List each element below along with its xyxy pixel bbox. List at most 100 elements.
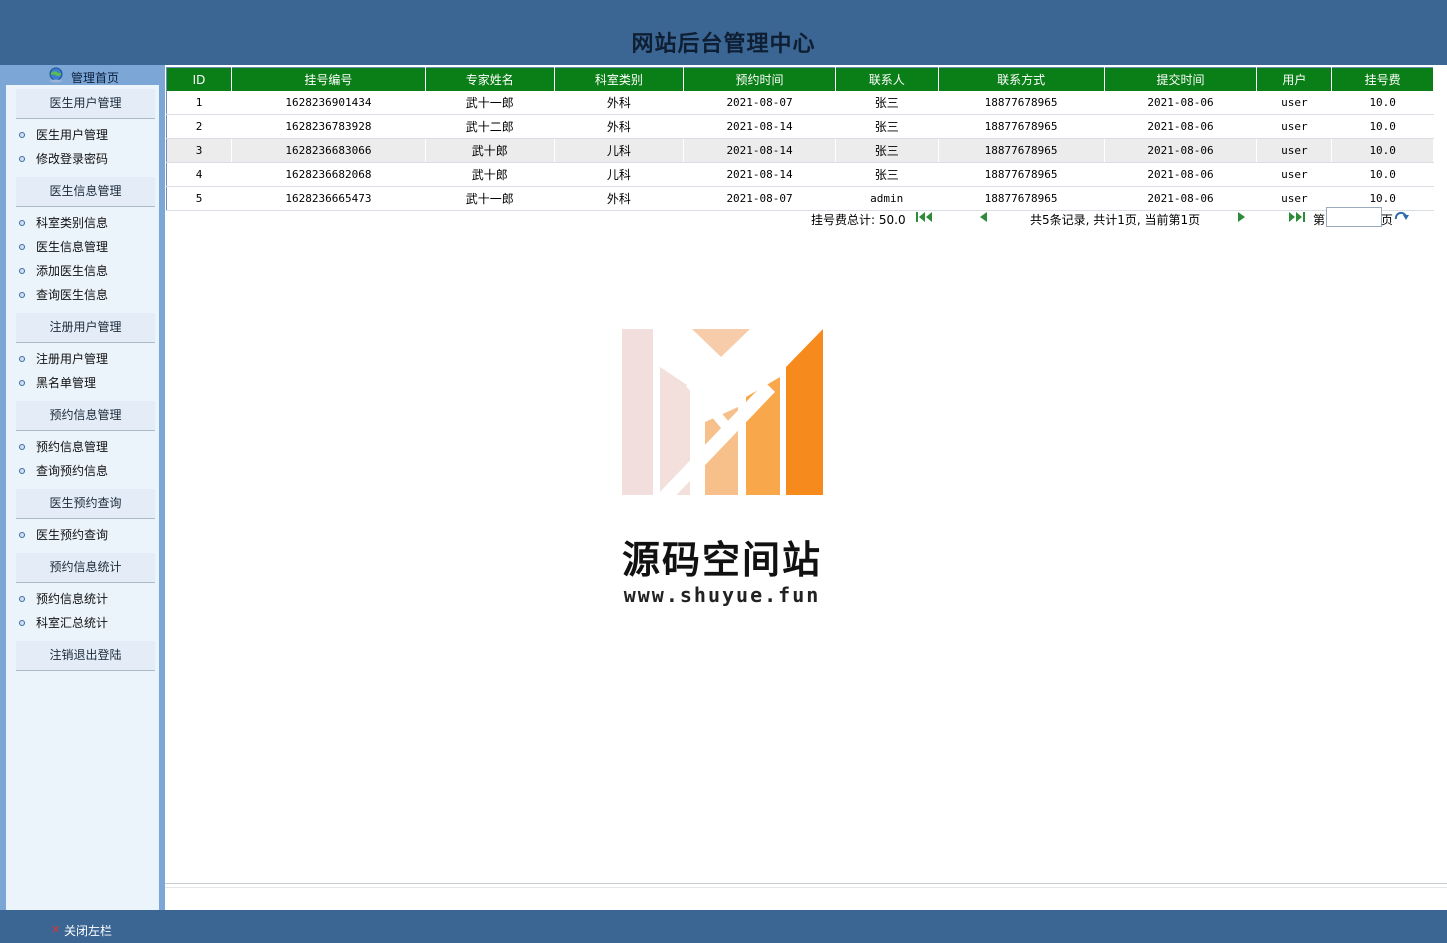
cell-department: 外科: [554, 91, 685, 115]
cell-contact: 张三: [835, 138, 939, 163]
page-number-input[interactable]: [1326, 207, 1382, 227]
sidebar-item-appointment-stats[interactable]: 预约信息统计: [6, 587, 159, 611]
cell-id: 1: [166, 91, 232, 115]
cell-user: user: [1256, 91, 1333, 115]
cell-department: 儿科: [554, 138, 685, 163]
table-header-row: ID 挂号编号 专家姓名 科室类别 预约时间 联系人 联系方式 提交时间 用户 …: [166, 67, 1434, 91]
sidebar-item-label: 医生预约查询: [36, 528, 109, 542]
sidebar-item-label: 预约信息管理: [36, 440, 109, 454]
column-header: 用户: [1256, 67, 1333, 91]
sidebar-item-label: 修改登录密码: [36, 152, 109, 166]
cell-appointment-time: 2021-08-14: [683, 138, 836, 163]
sidebar-group-doctor-info[interactable]: 医生信息管理: [16, 177, 155, 207]
bullet-icon: [19, 468, 25, 474]
sidebar-item-department-category[interactable]: 科室类别信息: [6, 211, 159, 235]
cell-submit-time: 2021-08-06: [1104, 138, 1258, 163]
table-row[interactable]: 4 1628236682068 武十郎 儿科 2021-08-14 张三 188…: [166, 162, 1434, 187]
sidebar-item-query-doctor[interactable]: 查询医生信息: [6, 283, 159, 307]
cell-phone: 18877678965: [938, 162, 1105, 187]
column-header: 挂号编号: [231, 67, 426, 91]
prev-page-icon[interactable]: [975, 210, 995, 224]
sidebar-item-add-doctor[interactable]: 添加医生信息: [6, 259, 159, 283]
cell-department: 外科: [554, 114, 685, 139]
cell-expert: 武十郎: [425, 138, 555, 163]
sidebar-item-label: 预约信息统计: [36, 592, 109, 606]
sidebar-group-doctor-user[interactable]: 医生用户管理: [16, 89, 155, 119]
sidebar-item-query-appointment[interactable]: 查询预约信息: [6, 459, 159, 483]
sidebar-item-change-password[interactable]: 修改登录密码: [6, 147, 159, 171]
sidebar-item-label: 注册用户管理: [36, 352, 109, 366]
column-header: ID: [166, 67, 232, 91]
sidebar-item-doctor-info-manage[interactable]: 医生信息管理: [6, 235, 159, 259]
sidebar-item-doctor-appointment-query[interactable]: 医生预约查询: [6, 523, 159, 547]
cell-phone: 18877678965: [938, 91, 1105, 115]
cell-submit-time: 2021-08-06: [1104, 162, 1258, 187]
sidebar-item-label: 黑名单管理: [36, 376, 97, 390]
sidebar-item-label: 查询医生信息: [36, 288, 109, 302]
bullet-icon: [19, 220, 25, 226]
sidebar-group-appointment-info[interactable]: 预约信息管理: [16, 401, 155, 431]
sidebar-item-doctor-user-manage[interactable]: 医生用户管理: [6, 123, 159, 147]
cell-fee: 10.0: [1331, 162, 1434, 187]
bullet-icon: [19, 292, 25, 298]
sidebar-menu: 医生用户管理 医生用户管理 修改登录密码 医生信息管理 科室类别信息 医生信息管…: [6, 85, 159, 910]
sidebar-group-doctor-appointment[interactable]: 医生预约查询: [16, 489, 155, 519]
bullet-icon: [19, 620, 25, 626]
table-row[interactable]: 3 1628236683066 武十郎 儿科 2021-08-14 张三 188…: [166, 138, 1434, 163]
cell-department: 儿科: [554, 162, 685, 187]
cell-reg-no: 1628236683066: [231, 138, 426, 163]
cell-phone: 18877678965: [938, 138, 1105, 163]
header-bar: 网站后台管理中心: [0, 0, 1447, 65]
cell-contact: 张三: [835, 91, 939, 115]
cell-user: user: [1256, 114, 1333, 139]
cell-id: 2: [166, 114, 232, 139]
first-page-icon[interactable]: [915, 210, 935, 224]
cell-id: 4: [166, 162, 232, 187]
last-page-icon[interactable]: [1287, 210, 1307, 224]
column-header: 科室类别: [554, 67, 685, 91]
cell-contact: 张三: [835, 114, 939, 139]
sidebar-item-label: 医生信息管理: [36, 240, 109, 254]
page-suffix-label: 页: [1381, 213, 1394, 227]
next-page-icon[interactable]: [1232, 210, 1252, 224]
watermark-logo: [622, 329, 823, 503]
column-header: 专家姓名: [425, 67, 555, 91]
cell-reg-no: 1628236682068: [231, 162, 426, 187]
pagination-info: 共5条记录, 共计1页, 当前第1页: [1030, 213, 1201, 227]
column-header: 预约时间: [683, 67, 836, 91]
sidebar-item-department-summary[interactable]: 科室汇总统计: [6, 611, 159, 635]
bullet-icon: [19, 532, 25, 538]
page-prefix-label: 第: [1313, 213, 1326, 227]
bullet-icon: [19, 596, 25, 602]
divider: [165, 883, 1447, 888]
sidebar-group-appointment-stats[interactable]: 预约信息统计: [16, 553, 155, 583]
bullet-icon: [19, 156, 25, 162]
sidebar-item-label: 添加医生信息: [36, 264, 109, 278]
sidebar-item-registered-user-manage[interactable]: 注册用户管理: [6, 347, 159, 371]
close-sidebar-link[interactable]: 关闭左栏: [64, 922, 112, 939]
appointment-table: ID 挂号编号 专家姓名 科室类别 预约时间 联系人 联系方式 提交时间 用户 …: [166, 67, 1434, 211]
sidebar-item-appointment-manage[interactable]: 预约信息管理: [6, 435, 159, 459]
table-row[interactable]: 1 1628236901434 武十一郎 外科 2021-08-07 张三 18…: [166, 91, 1434, 115]
go-icon[interactable]: [1393, 210, 1411, 224]
column-header: 提交时间: [1104, 67, 1258, 91]
cell-reg-no: 1628236783928: [231, 114, 426, 139]
main-content: ID 挂号编号 专家姓名 科室类别 预约时间 联系人 联系方式 提交时间 用户 …: [165, 65, 1447, 910]
bullet-icon: [19, 132, 25, 138]
bullet-icon: [19, 380, 25, 386]
cell-expert: 武十郎: [425, 162, 555, 187]
cell-user: user: [1256, 162, 1333, 187]
cell-id: 3: [166, 138, 232, 163]
table-row[interactable]: 2 1628236783928 武十二郎 外科 2021-08-14 张三 18…: [166, 114, 1434, 139]
sidebar-item-blacklist[interactable]: 黑名单管理: [6, 371, 159, 395]
cell-expert: 武十一郎: [425, 91, 555, 115]
cell-phone: 18877678965: [938, 114, 1105, 139]
sidebar-group-logout[interactable]: 注销退出登陆: [16, 641, 155, 671]
sidebar-item-label: 查询预约信息: [36, 464, 109, 478]
globe-icon: [49, 67, 63, 83]
cell-appointment-time: 2021-08-14: [683, 162, 836, 187]
sidebar-group-registered-user[interactable]: 注册用户管理: [16, 313, 155, 343]
sidebar-home-link[interactable]: 管理首页: [0, 65, 163, 85]
close-icon[interactable]: ✕: [51, 923, 60, 936]
sidebar-item-label: 科室汇总统计: [36, 616, 109, 630]
